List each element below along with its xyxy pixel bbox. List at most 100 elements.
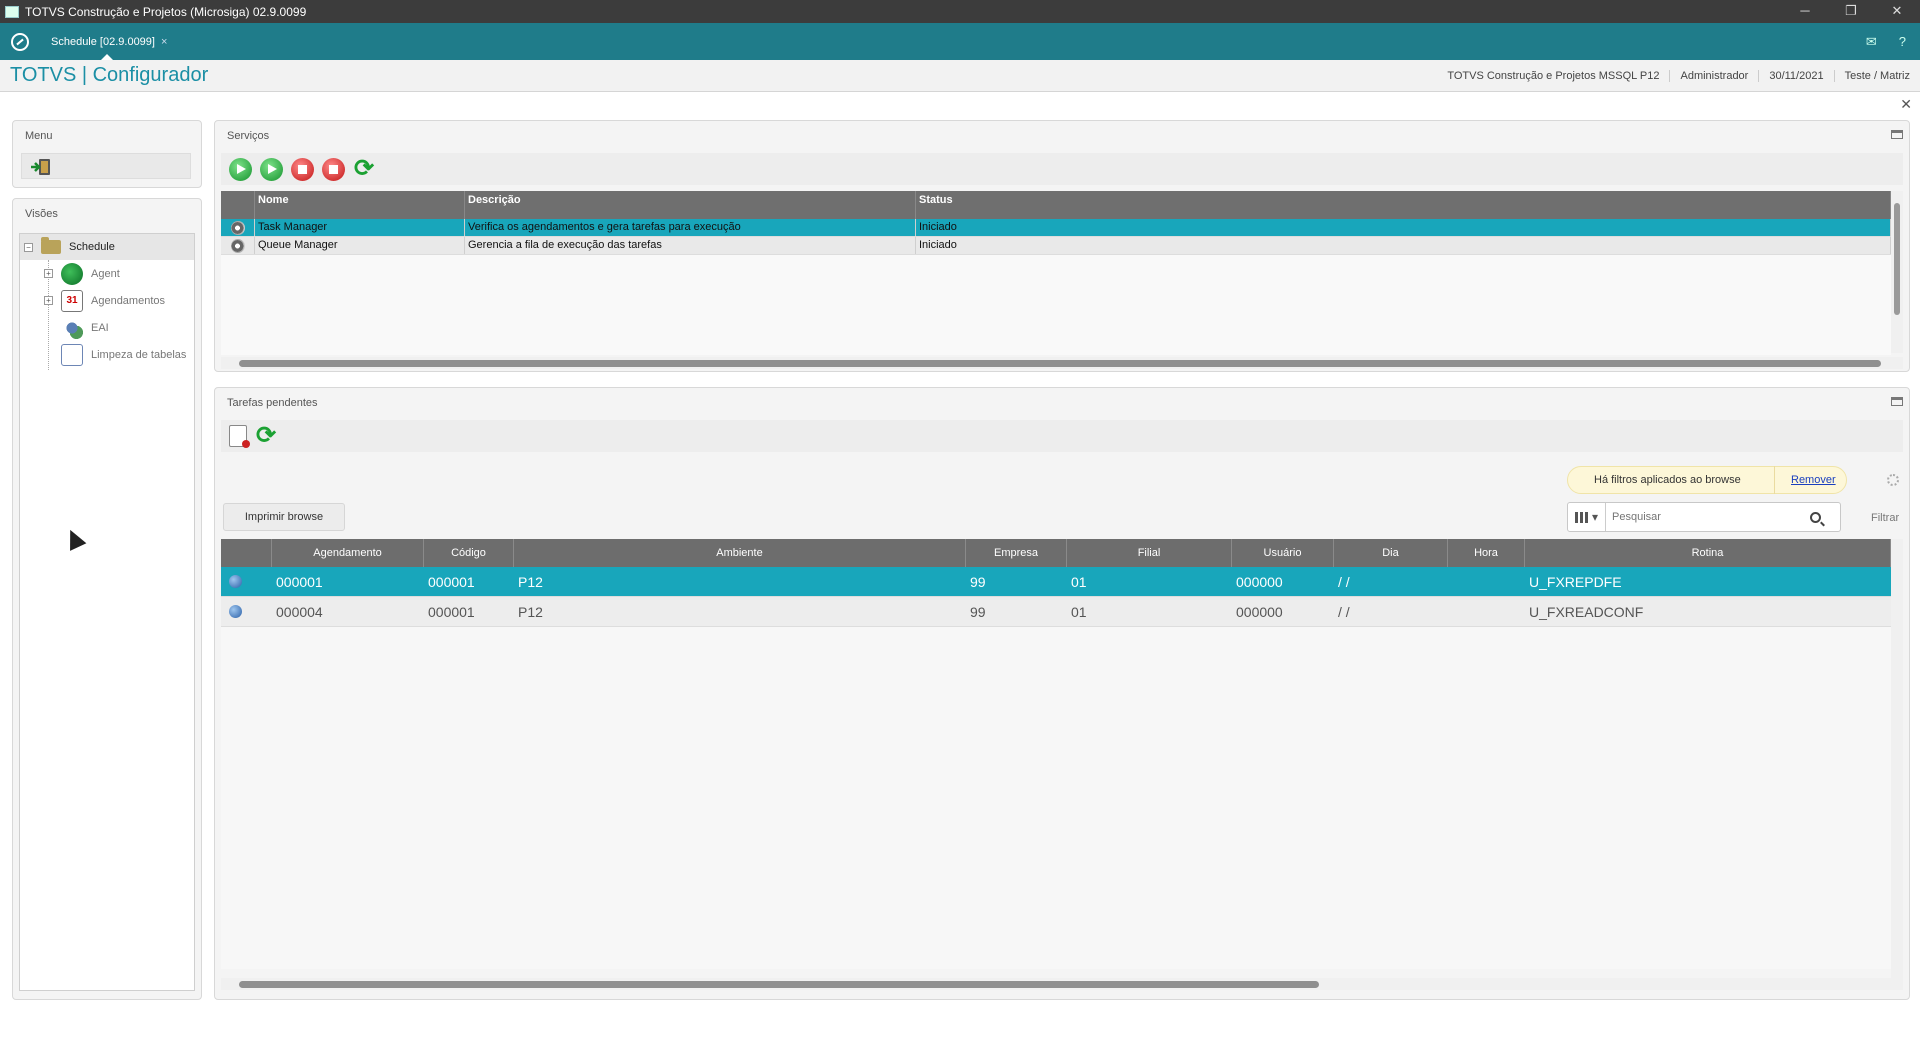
cell-rotina: U_FXREPDFE [1529,573,1622,590]
tree-node-label: EAI [91,321,109,334]
servicos-toolbar [221,153,1903,185]
search-input[interactable] [1606,511,1806,523]
print-browse-button[interactable]: Imprimir browse [223,503,345,531]
tree-node-label: Agendamentos [91,294,165,307]
minimize-panel-icon[interactable] [1891,397,1903,406]
visoes-title: Visões [25,208,58,220]
start-icon[interactable] [260,157,283,181]
row-status-cell [221,605,272,618]
cell-usuario: 000000 [1236,603,1283,620]
minimize-panel-icon[interactable] [1891,130,1903,139]
tab-schedule[interactable]: Schedule [02.9.0099] × [51,23,167,60]
table-row[interactable]: Queue Manager Gerencia a fila de execuçã… [221,237,1891,255]
settings-gear-icon[interactable] [1887,474,1899,486]
stop-all-icon[interactable] [291,157,314,181]
folder-icon [41,237,61,254]
cell-codigo: 000001 [428,603,475,620]
minimize-button[interactable]: ─ [1782,0,1828,23]
visoes-tree: − Schedule + Agent + 31 Agendamentos EAI… [19,233,195,991]
horizontal-scrollbar[interactable] [221,978,1903,990]
column-header-empresa[interactable]: Empresa [966,539,1067,567]
servicos-panel: Serviços Nome Descrição Status Task Mana… [214,120,1910,372]
filter-button[interactable]: Filtrar [1871,512,1899,524]
window-titlebar: TOTVS Construção e Projetos (Microsiga) … [0,0,1920,23]
close-window-button[interactable]: ✕ [1874,0,1920,23]
refresh-icon[interactable] [353,154,376,183]
column-header-ambiente[interactable]: Ambiente [514,539,966,567]
cell-ambiente: P12 [518,603,543,620]
tree-node-schedule[interactable]: − Schedule [20,234,194,260]
cell-rotina: U_FXREADCONF [1529,603,1644,620]
remove-filter-link[interactable]: Remover [1774,466,1836,494]
tab-close-icon[interactable]: × [161,36,167,48]
close-routine-icon[interactable]: ✕ [1900,96,1912,113]
cell-empresa: 99 [970,603,986,620]
tarefas-panel: Tarefas pendentes Há filtros aplicados a… [214,387,1910,1000]
stop-icon[interactable] [322,157,345,181]
status-ball-icon [229,605,242,618]
tarefas-grid: Agendamento Código Ambiente Empresa Fili… [221,539,1891,969]
table-row[interactable]: 000004 000001 P12 99 01 000000 / / U_FXR… [221,597,1891,627]
search-icon[interactable] [1810,511,1821,523]
column-header-rotina[interactable]: Rotina [1525,539,1891,567]
column-header-filial[interactable]: Filial [1067,539,1232,567]
tree-node-agendamentos[interactable]: + 31 Agendamentos [20,287,194,314]
column-header-agendamento[interactable]: Agendamento [272,539,424,567]
column-header-usuario[interactable]: Usuário [1232,539,1334,567]
column-header-hora[interactable]: Hora [1448,539,1525,567]
collapse-toggle[interactable]: − [24,242,33,252]
column-selector[interactable]: ▾ [1568,503,1606,531]
tarefas-title: Tarefas pendentes [227,397,318,409]
menu-panel: Menu [12,120,202,188]
row-status-cell [221,575,272,588]
cell-dia: / / [1338,573,1350,590]
help-icon[interactable]: ? [1899,34,1906,50]
restore-button[interactable]: ❐ [1828,0,1874,23]
vertical-scrollbar[interactable] [1891,539,1903,989]
cell-codigo: 000001 [428,573,475,590]
user-info: Administrador [1669,69,1758,82]
column-header-dia[interactable]: Dia [1334,539,1448,567]
cell-nome: Queue Manager [255,237,465,254]
service-gear-icon [230,239,245,253]
service-gear-icon [230,221,245,235]
tree-node-limpeza[interactable]: Limpeza de tabelas [20,341,194,368]
mail-icon[interactable]: ✉ [1866,34,1877,50]
row-icon-cell [221,219,255,236]
vertical-scrollbar[interactable] [1891,191,1903,353]
cell-usuario: 000000 [1236,573,1283,590]
cleanup-icon [61,343,83,366]
start-all-icon[interactable] [229,157,252,181]
tab-bar: Schedule [02.9.0099] × ✉ ? [0,23,1920,60]
expand-toggle[interactable]: + [44,269,53,278]
cell-dia: / / [1338,603,1350,620]
tarefas-toolbar [221,420,1903,452]
app-icon [5,5,19,18]
visoes-panel: Visões − Schedule + Agent + 31 Agendamen… [12,198,202,1000]
cell-status: Iniciado [916,219,1891,236]
mouse-cursor [64,527,84,549]
company-info: Teste / Matriz [1833,69,1920,82]
delete-doc-icon[interactable] [229,425,250,448]
menu-title: Menu [25,130,53,142]
column-header-descricao[interactable]: Descrição [465,191,916,219]
tree-node-agent[interactable]: + Agent [20,260,194,287]
tree-node-eai[interactable]: EAI [20,314,194,341]
home-icon[interactable] [11,32,29,51]
column-header-codigo[interactable]: Código [424,539,514,567]
column-header-status[interactable]: Status [916,191,1891,219]
cell-filial: 01 [1071,603,1087,620]
window-title: TOTVS Construção e Projetos (Microsiga) … [25,4,307,19]
exit-icon[interactable] [30,158,52,176]
table-row[interactable]: Task Manager Verifica os agendamentos e … [221,219,1891,237]
menu-toolbar [21,153,191,179]
chevron-down-icon: ▾ [1591,510,1599,524]
column-header-nome[interactable]: Nome [255,191,465,219]
column-header-status-icon [221,539,272,567]
horizontal-scrollbar[interactable] [221,357,1903,369]
table-row[interactable]: 000001 000001 P12 99 01 000000 / / U_FXR… [221,567,1891,597]
grid-header: Nome Descrição Status [221,191,1891,219]
expand-toggle[interactable]: + [44,296,53,305]
refresh-icon[interactable] [255,421,278,450]
grid-header: Agendamento Código Ambiente Empresa Fili… [221,539,1891,567]
